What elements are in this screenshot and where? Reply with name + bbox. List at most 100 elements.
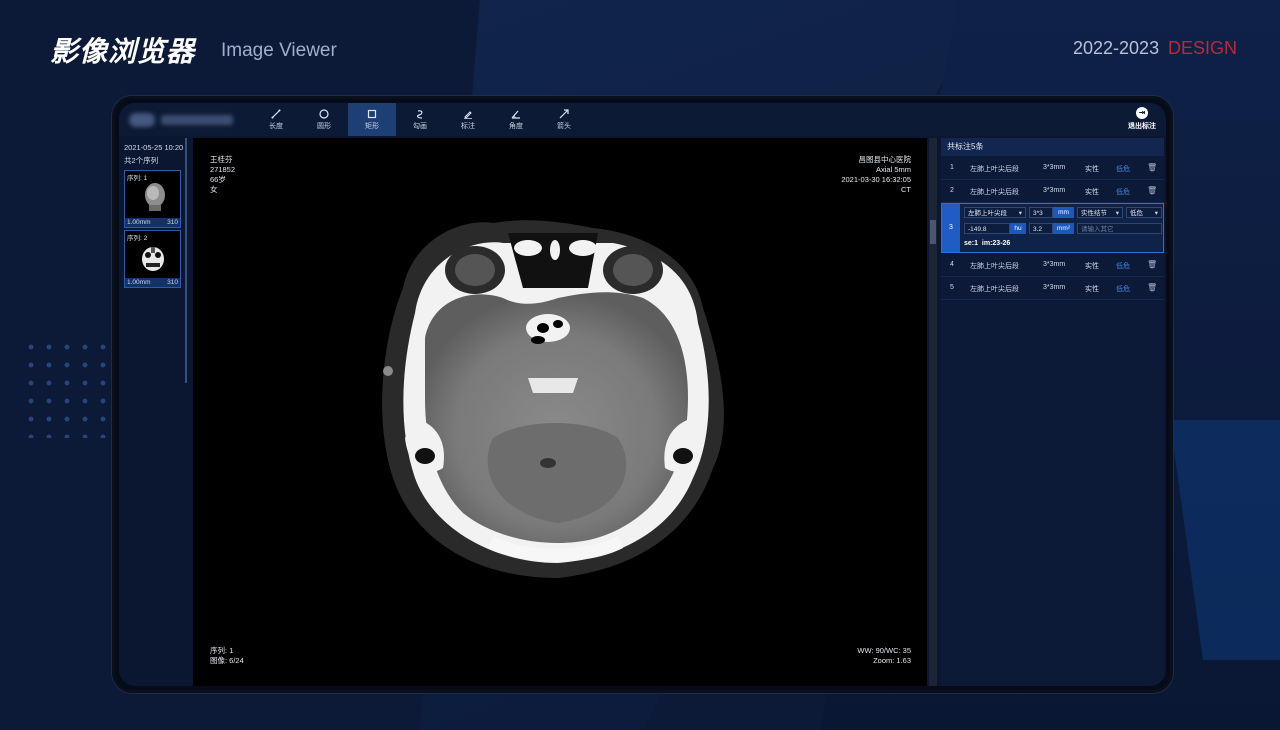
study-time: 2021-03-30 16:32:05 (841, 175, 911, 184)
area-input[interactable]: 3.2 (1029, 223, 1053, 234)
density-input[interactable]: -149.8 (964, 223, 1010, 234)
series-image-count: 310 (167, 219, 178, 226)
annotation-row[interactable]: 1 左肺上叶尖后段 3*3mm 实性 低危 🗑 (941, 157, 1164, 180)
row-number: 5 (950, 284, 954, 291)
row-risk: 低危 (1116, 189, 1130, 196)
toolbar: 长度 圆形 矩形 勾画 标注 角度 箭头 ⇥ 退出标注 (119, 103, 1166, 136)
rectangle-icon (367, 109, 377, 119)
tool-angle[interactable]: 角度 (492, 103, 540, 136)
annotation-row-editing[interactable]: 3 左肺上叶尖段 3*3 mm 实性结节 低危 -149.8 hu 3.2 mm… (941, 203, 1164, 253)
study-info: 昌图县中心医院 Axial 5mm 2021-03-30 16:32:05 CT (841, 155, 911, 195)
annotation-panel: 共标注5条 1 左肺上叶尖后段 3*3mm 实性 低危 🗑 2 左肺上叶尖后段 … (941, 138, 1164, 686)
tool-label: 矩形 (365, 123, 379, 130)
logo-text (161, 115, 233, 125)
delete-icon[interactable]: 🗑 (1147, 186, 1157, 195)
exit-annotation-button[interactable]: ⇥ 退出标注 (1128, 107, 1156, 131)
patient-name: 王桂芬 (210, 155, 233, 164)
tool-annotate[interactable]: 标注 (444, 103, 492, 136)
tool-label: 勾画 (413, 123, 427, 130)
freehand-icon (416, 110, 423, 119)
arrow-icon (559, 109, 569, 119)
series-panel-scrollbar[interactable] (185, 138, 187, 383)
tool-arrow[interactable]: 箭头 (540, 103, 588, 136)
exit-label: 退出标注 (1128, 123, 1156, 130)
viewer-scrollbar[interactable] (929, 138, 937, 686)
row-type: 实性 (1085, 166, 1099, 173)
circle-icon (319, 109, 329, 119)
series-image-count: 310 (167, 279, 178, 286)
se-label: se:1 (964, 240, 979, 247)
logo-cloud-icon (129, 113, 155, 127)
location-select[interactable]: 左肺上叶尖段 (964, 207, 1026, 219)
row-size: 3*3mm (1043, 187, 1066, 194)
exit-icon: ⇥ (1136, 107, 1148, 119)
tool-length[interactable]: 长度 (252, 103, 300, 136)
series-thumbnail[interactable]: 序列: 2 1.00mm 310 (124, 230, 181, 288)
type-select[interactable]: 实性结节 (1077, 207, 1123, 219)
image-number: 图像: 6/24 (210, 656, 244, 665)
annotation-row[interactable]: 2 左肺上叶尖后段 3*3mm 实性 低危 🗑 (941, 180, 1164, 203)
image-position-info: 序列: 1 图像: 6/24 (210, 646, 244, 666)
row-type: 实性 (1085, 286, 1099, 293)
patient-sex: 女 (210, 185, 218, 194)
pencil-icon (464, 111, 472, 119)
tool-rectangle[interactable]: 矩形 (348, 103, 396, 136)
app-screen: 长度 圆形 矩形 勾画 标注 角度 箭头 ⇥ 退出标注 2021-05-25 1… (119, 103, 1166, 686)
tablet-frame: 长度 圆形 矩形 勾画 标注 角度 箭头 ⇥ 退出标注 2021-05-25 1… (112, 96, 1173, 693)
row-location: 左肺上叶尖后段 (970, 286, 1019, 293)
row-size: 3*3mm (1043, 261, 1066, 268)
window-level: WW: 90/WC: 35 (857, 646, 911, 655)
patient-info: 王桂芬 271852 66岁 女 (210, 155, 235, 195)
tool-label: 箭头 (557, 123, 571, 130)
series-thickness: 1.00mm (127, 279, 151, 286)
annotation-row[interactable]: 5 左肺上叶尖后段 3*3mm 实性 低危 🗑 (941, 277, 1164, 300)
row-size: 3*3mm (1043, 164, 1066, 171)
series-count: 共2个序列 (124, 156, 159, 165)
row-location: 左肺上叶尖后段 (970, 166, 1019, 173)
row-number: 3 (942, 204, 960, 252)
app-logo (129, 112, 241, 128)
tool-label: 标注 (461, 123, 475, 130)
row-risk: 低危 (1116, 286, 1130, 293)
other-input[interactable]: 请输入其它 (1077, 223, 1162, 234)
row-risk: 低危 (1116, 263, 1130, 270)
annotation-row[interactable]: 4 左肺上叶尖后段 3*3mm 实性 低危 🗑 (941, 254, 1164, 277)
series-thickness: 1.00mm (127, 219, 151, 226)
delete-icon[interactable]: 🗑 (1147, 163, 1157, 172)
dot-pattern (22, 338, 114, 438)
series-thumbnail[interactable]: 序列: 1 1.00mm 310 (124, 170, 181, 228)
image-viewport[interactable]: 王桂芬 271852 66岁 女 昌图县中心医院 Axial 5mm 2021-… (193, 138, 927, 686)
im-label: im:23-26 (981, 240, 1011, 247)
design-label: DESIGN (1168, 38, 1238, 58)
ct-brain-scan-image (382, 220, 724, 578)
tool-label: 长度 (269, 123, 283, 130)
series-footer: 1.00mm 310 (125, 218, 180, 227)
series-number: 序列: 1 (210, 646, 234, 655)
size-unit: mm (1053, 207, 1074, 218)
row-type: 实性 (1085, 263, 1099, 270)
patient-id: 271852 (210, 165, 236, 174)
scrollbar-thumb[interactable] (930, 220, 936, 244)
annotation-count: 共标注5条 (941, 138, 1164, 156)
patient-age: 66岁 (210, 175, 226, 184)
zoom-level: Zoom: 1.63 (873, 656, 911, 665)
risk-select[interactable]: 低危 (1126, 207, 1162, 219)
row-type: 实性 (1085, 189, 1099, 196)
row-risk: 低危 (1116, 166, 1130, 173)
study-date: 2021-05-25 10:20 (124, 143, 184, 152)
head-3d-thumbnail-image (145, 183, 165, 211)
hospital-name: 昌图县中心医院 (858, 155, 912, 164)
row-number: 1 (950, 164, 954, 171)
row-number: 4 (950, 261, 954, 268)
row-number: 2 (950, 187, 954, 194)
tool-freehand[interactable]: 勾画 (396, 103, 444, 136)
series-panel: 2021-05-25 10:20 共2个序列 序列: 1 1.00mm 310 … (119, 138, 189, 686)
tool-circle[interactable]: 圆形 (300, 103, 348, 136)
row-location: 左肺上叶尖后段 (970, 189, 1019, 196)
size-input[interactable]: 3*3 (1029, 207, 1053, 218)
tool-label: 圆形 (317, 123, 331, 130)
delete-icon[interactable]: 🗑 (1147, 260, 1157, 269)
slice-info: Axial 5mm (875, 165, 911, 174)
delete-icon[interactable]: 🗑 (1147, 283, 1157, 292)
page-subtitle: Image Viewer (221, 40, 337, 61)
